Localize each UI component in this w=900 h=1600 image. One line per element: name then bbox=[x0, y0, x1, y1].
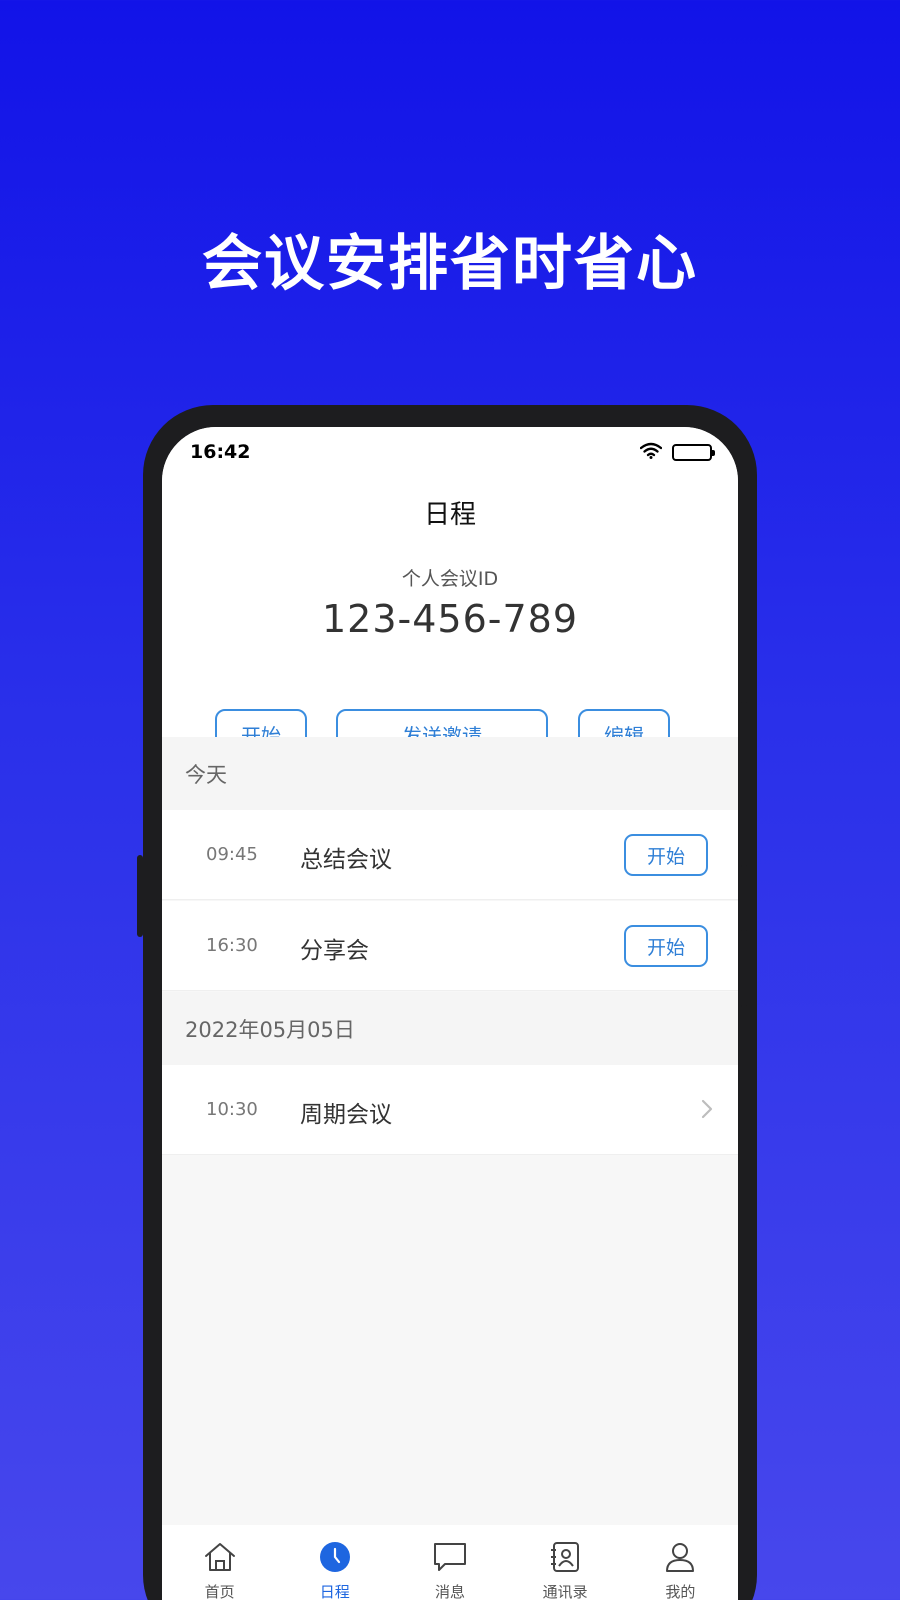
schedule-row[interactable]: 16:30 分享会 开始 bbox=[162, 901, 738, 991]
promo-headline: 会议安排省时省心 bbox=[202, 229, 698, 299]
meeting-id-panel: 日程 个人会议ID 123-456-789 开始 发送邀请 编辑 bbox=[162, 472, 738, 759]
tab-contacts[interactable]: 通讯录 bbox=[508, 1525, 623, 1600]
tab-messages[interactable]: 消息 bbox=[392, 1525, 507, 1600]
schedule-row[interactable]: 10:30 周期会议 bbox=[162, 1065, 738, 1155]
tab-label: 我的 bbox=[665, 1583, 696, 1600]
phone-side-button-right-upper bbox=[741, 700, 747, 868]
home-icon bbox=[203, 1541, 237, 1577]
schedule-row[interactable]: 09:45 总结会议 开始 bbox=[162, 810, 738, 900]
page-title: 日程 bbox=[423, 500, 476, 530]
clock-icon bbox=[318, 1541, 352, 1577]
contacts-icon bbox=[548, 1541, 582, 1577]
phone-side-button-right-lower bbox=[741, 928, 747, 1008]
meeting-start-button[interactable]: 开始 bbox=[624, 834, 708, 876]
bottom-tab-bar: 首页 日程 消息 通讯录 我的 bbox=[162, 1525, 738, 1600]
phone-side-button-left bbox=[137, 855, 143, 937]
section-header-today: 今天 bbox=[162, 737, 738, 810]
phone-screen: 16:42 日程 个人会议ID 123-456-789 开始 发送邀请 编辑 今… bbox=[162, 427, 738, 1600]
status-time: 16:42 bbox=[190, 441, 251, 463]
meeting-title: 分享会 bbox=[300, 938, 369, 964]
battery-icon bbox=[672, 444, 715, 461]
tab-label: 消息 bbox=[434, 1583, 465, 1600]
status-icons bbox=[639, 442, 715, 463]
meeting-title: 周期会议 bbox=[300, 1102, 392, 1128]
section-header-date: 2022年05月05日 bbox=[162, 992, 738, 1065]
meeting-time: 10:30 bbox=[206, 1099, 258, 1120]
meeting-time: 16:30 bbox=[206, 935, 258, 956]
profile-icon bbox=[663, 1541, 697, 1577]
meeting-id-value: 123-456-789 bbox=[321, 597, 578, 641]
meeting-id-label: 个人会议ID bbox=[401, 568, 499, 590]
meeting-time: 09:45 bbox=[206, 844, 258, 865]
tab-label: 日程 bbox=[319, 1583, 350, 1600]
tab-profile[interactable]: 我的 bbox=[623, 1525, 738, 1600]
tab-label: 首页 bbox=[204, 1583, 235, 1600]
chevron-right-icon bbox=[700, 1099, 714, 1119]
tab-label: 通讯录 bbox=[542, 1583, 588, 1600]
tab-schedule[interactable]: 日程 bbox=[277, 1525, 392, 1600]
status-bar: 16:42 bbox=[162, 427, 738, 472]
wifi-icon bbox=[639, 442, 663, 463]
message-icon bbox=[432, 1541, 468, 1577]
meeting-start-button[interactable]: 开始 bbox=[624, 925, 708, 967]
meeting-title: 总结会议 bbox=[300, 847, 392, 873]
tab-home[interactable]: 首页 bbox=[162, 1525, 277, 1600]
